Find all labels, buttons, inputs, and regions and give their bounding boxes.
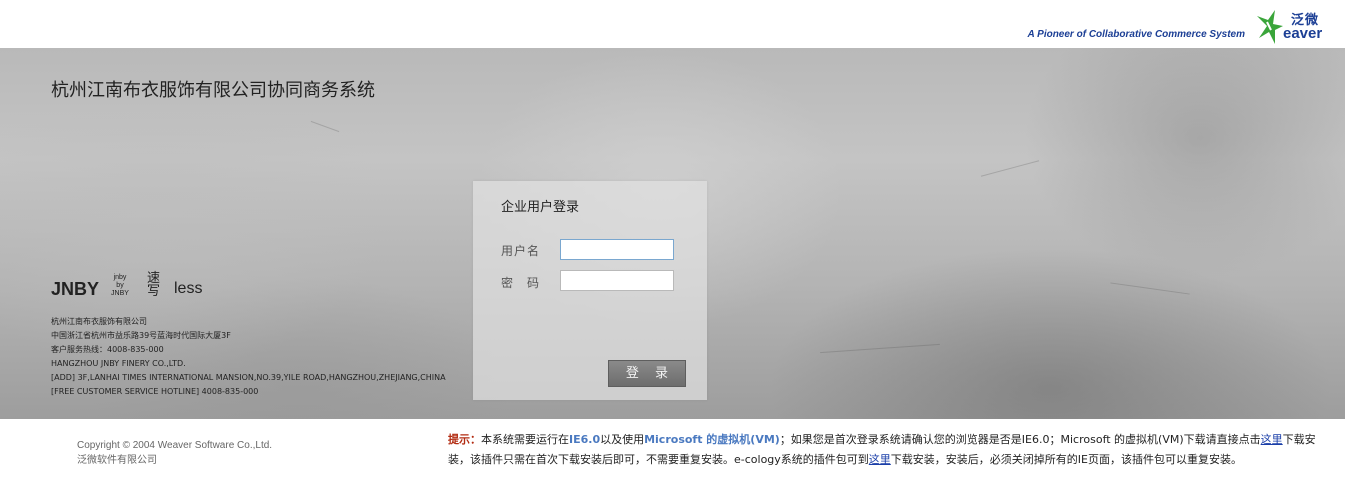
system-title: 杭州江南布衣服饰有限公司协同商务系统 [51, 80, 375, 101]
copyright: Copyright © 2004 Weaver Software Co.,Ltd… [77, 438, 272, 468]
copyright-text: Copyright © 2004 Weaver Software Co.,Ltd… [77, 440, 273, 451]
stone-texture [310, 120, 340, 133]
brand-jbj-line: by [116, 282, 124, 289]
company-info-line: 中国浙江省杭州市益乐路39号蓝海时代国际大厦3F [51, 331, 231, 340]
stone-texture [820, 343, 940, 354]
login-title: 企业用户登录 [501, 200, 580, 215]
notice-tip-label: 提示： [448, 433, 481, 446]
vm-download-link[interactable]: 这里 [1261, 433, 1283, 446]
notice-text: 以及使用 [600, 433, 645, 446]
company-info-line: 客户服务热线：4008-835-000 [51, 345, 164, 354]
company-info-line: HANGZHOU JNBY FINERY CO.,LTD. [51, 359, 186, 368]
top-header: A Pioneer of Collaborative Commerce Syst… [0, 0, 1345, 48]
main-background: 杭州江南布衣服饰有限公司协同商务系统 JNBY jnby by JNBY 速写 … [0, 48, 1345, 419]
plugin-download-link[interactable]: 这里 [869, 453, 891, 466]
username-label: 用户名 [501, 244, 541, 258]
notice-vm: Microsoft 的虚拟机(VM) [644, 433, 780, 446]
notice-text: 本系统需要运行在 [481, 433, 569, 446]
company-info-line: [ADD] 3F,LANHAI TIMES INTERNATIONAL MANS… [51, 373, 446, 382]
notice-text: ；如果您是首次登录系统请确认您的浏览器是否是IE6.0；Microsoft 的虚… [779, 433, 1261, 446]
install-notice: 提示：本系统需要运行在IE6.0以及使用Microsoft 的虚拟机(VM)；如… [448, 430, 1328, 470]
footer: Copyright © 2004 Weaver Software Co.,Ltd… [0, 419, 1345, 489]
company-tagline: A Pioneer of Collaborative Commerce Syst… [1027, 29, 1245, 40]
company-info: 杭州江南布衣服饰有限公司 中国浙江省杭州市益乐路39号蓝海时代国际大厦3F 客户… [51, 315, 446, 399]
brand-jnby-logo: JNBY [51, 279, 100, 299]
company-info-line: 杭州江南布衣服饰有限公司 [51, 317, 147, 326]
notice-ie-version: IE6.0 [569, 433, 601, 446]
brand-jbj-line: JNBY [111, 290, 129, 297]
password-input[interactable] [560, 270, 674, 291]
copyright-company: 泛微软件有限公司 [77, 455, 157, 466]
brand-jbj-line: jnby [113, 274, 127, 281]
brand-suxie-logo: 速写 [147, 271, 161, 299]
username-input[interactable] [560, 239, 674, 260]
stone-texture [980, 160, 1040, 177]
brand-jnby-by-jnby-logo: jnby by JNBY [109, 274, 131, 298]
company-info-line: [FREE CUSTOMER SERVICE HOTLINE] 4008-835… [51, 387, 259, 396]
login-panel: 企业用户登录 用户名 密 码 登 录 [473, 181, 707, 400]
notice-text: 下载安装，安装后，必须关闭掉所有的IE页面，该插件包可以重复安装。 [890, 453, 1242, 466]
login-button[interactable]: 登 录 [608, 360, 686, 387]
brand-less-logo: less [174, 280, 203, 297]
stone-texture [1110, 282, 1190, 295]
weaver-logo-en: eaver [1283, 25, 1323, 42]
password-label: 密 码 [501, 276, 541, 290]
